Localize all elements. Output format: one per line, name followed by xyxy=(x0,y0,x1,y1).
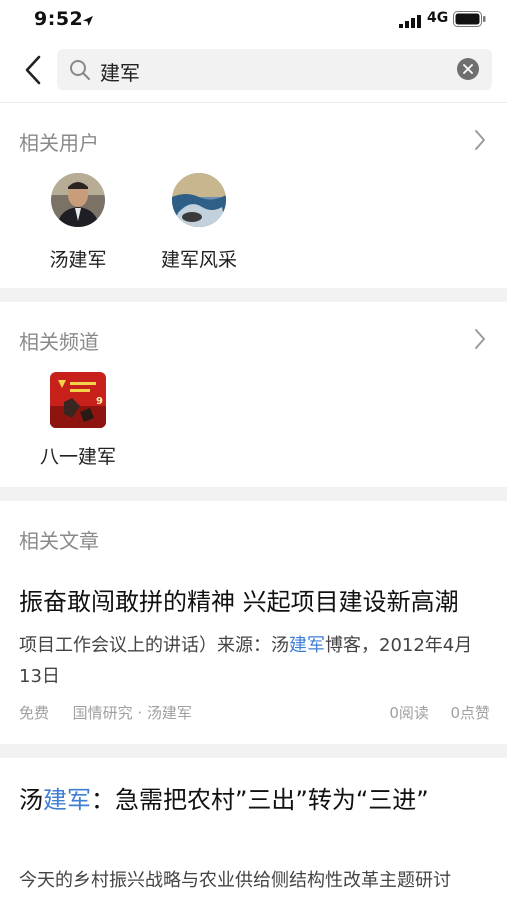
status-time: 9:52 xyxy=(34,8,84,30)
read-count: 0阅读 xyxy=(389,704,429,722)
section-title: 相关文章 xyxy=(19,529,99,553)
user-item[interactable]: 建军风采 xyxy=(149,173,249,272)
search-box[interactable]: 建军 xyxy=(57,49,492,90)
article-category-author: 国情研究 · 汤建军 xyxy=(72,704,192,722)
chevron-right-icon[interactable] xyxy=(474,129,486,155)
svg-text:9: 9 xyxy=(96,396,103,407)
status-bar: 9:52 4G xyxy=(0,0,507,40)
article-meta: 免费 国情研究 · 汤建军 xyxy=(19,702,192,723)
article-excerpt: 项目工作会议上的讲话）来源：汤建军博客，2012年4月13日 xyxy=(19,635,473,687)
back-arrow-icon[interactable] xyxy=(20,54,46,86)
user-avatar xyxy=(51,173,105,227)
article-price: 免费 xyxy=(19,704,50,722)
channel-item[interactable]: 9 八一建军 xyxy=(38,372,118,469)
user-name: 建军风采 xyxy=(160,249,237,271)
chevron-right-icon[interactable] xyxy=(474,328,486,354)
article-card[interactable]: 汤建军：急需把农村”三出”转为“三进” 今天的乡村振兴战略与农业供给侧结构性改革… xyxy=(0,758,507,900)
cellular-signal-icon xyxy=(399,13,421,32)
related-users-section: 相关用户 汤建军 建军风采 xyxy=(0,103,507,288)
article-stats: 0阅读 0点赞 xyxy=(389,702,490,723)
related-channels-section: 相关频道 9 八一建军 xyxy=(0,302,507,487)
keyword-highlight: 建军 xyxy=(43,786,91,814)
article-title[interactable]: 汤建军：急需把农村”三出”转为“三进” xyxy=(19,782,469,818)
clear-search-icon[interactable] xyxy=(457,58,479,80)
keyword-highlight: 建军 xyxy=(289,635,325,656)
section-title: 相关用户 xyxy=(19,131,99,155)
user-name: 汤建军 xyxy=(49,249,107,271)
user-avatar xyxy=(172,173,226,227)
channel-thumbnail: 9 xyxy=(50,372,106,428)
search-input[interactable]: 建军 xyxy=(100,57,140,86)
related-articles-section: 相关文章 振奋敢闯敢拼的精神 兴起项目建设新高潮 项目工作会议上的讲话）来源：汤… xyxy=(0,501,507,744)
location-arrow-icon xyxy=(82,12,94,31)
search-icon xyxy=(69,59,91,85)
user-item[interactable]: 汤建军 xyxy=(28,173,128,272)
channel-name: 八一建军 xyxy=(39,446,116,468)
section-title: 相关频道 xyxy=(19,330,99,354)
article-title[interactable]: 振奋敢闯敢拼的精神 兴起项目建设新高潮 xyxy=(19,584,489,620)
network-type: 4G xyxy=(427,10,449,26)
search-header: 建军 xyxy=(0,40,507,103)
battery-icon xyxy=(453,11,486,31)
article-excerpt: 今天的乡村振兴战略与农业供给侧结构性改革主题研讨 xyxy=(19,870,451,891)
like-count: 0点赞 xyxy=(450,704,490,722)
